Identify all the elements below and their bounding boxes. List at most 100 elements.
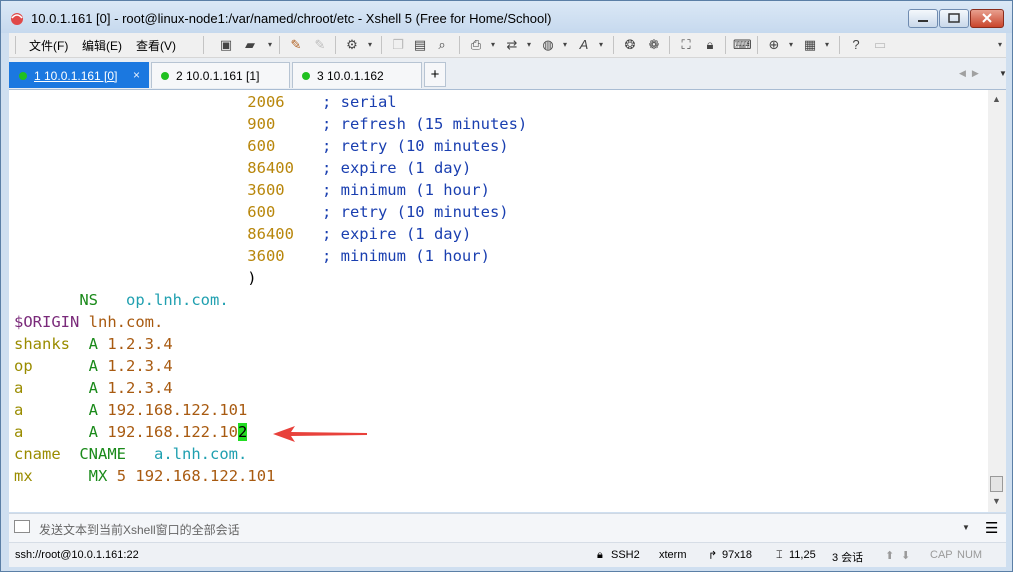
terminal-line: 86400 ; expire (1 day) [247,225,472,243]
terminal-line: NS op.lnh.com. [79,291,229,309]
transfer-icon[interactable]: ⇄ [503,36,521,53]
terminal-line: 3600 ; minimum (1 hour) [247,247,490,265]
help-icon[interactable]: ? [847,36,865,53]
toolbar-separator [459,36,460,54]
toolbar-separator [669,36,670,54]
terminal-type: xterm [659,549,687,561]
terminal-line: 86400 ; expire (1 day) [247,159,472,177]
terminal-line: 600 ; retry (10 minutes) [247,137,509,155]
cursor-position: 11,25 [789,549,816,561]
menu-view[interactable]: 查看(V) [136,37,176,54]
terminal-line: $ORIGIN lnh.com. [14,313,164,331]
tunnel-icon[interactable]: ❁ [645,36,663,53]
close-button[interactable] [970,9,1004,28]
session-tab-1[interactable]: 1 10.0.1.161 [0] × [9,62,149,88]
protocol-label: SSH2 [611,549,640,561]
properties-dropdown-icon[interactable]: ▾ [361,36,379,53]
new-tab-button[interactable]: + [424,62,446,87]
session-tab-2[interactable]: 2 10.0.1.161 [1] [151,62,290,88]
tab-label: 3 10.0.1.162 [317,69,384,83]
terminal-line: op A 1.2.3.4 [14,357,173,375]
disconnect-icon[interactable]: ✎ [311,36,329,53]
layout-dropdown-icon[interactable]: ▾ [818,36,836,53]
tab-label: 1 10.0.1.161 [0] [34,69,118,83]
minimize-button[interactable] [908,9,938,28]
open-folder-icon[interactable]: ▰ [241,36,259,53]
toolbar-separator [757,36,758,54]
terminal-line: a A 192.168.122.102 [14,423,248,441]
xshell-window: 10.0.1.161 [0] - root@linux-node1:/var/n… [0,0,1013,572]
tab-scroll-arrows-icon[interactable]: ◀▶ [959,68,985,79]
paste-icon[interactable]: ▤ [411,36,429,53]
session-tab-bar: 1 10.0.1.161 [0] × 2 10.0.1.161 [1] 3 10… [9,58,1007,90]
compose-dropdown-icon[interactable]: ▼ [962,523,970,532]
close-icon [982,13,992,23]
terminal-cursor: 2 [238,423,248,441]
transfer-dropdown-icon[interactable]: ▾ [520,36,538,53]
terminal-line: 3600 ; minimum (1 hour) [247,181,490,199]
tab-label: 2 10.0.1.161 [1] [176,69,260,83]
connected-status-icon [161,72,169,80]
copy-icon[interactable]: ❐ [389,36,407,53]
connection-address: ssh://root@10.0.1.161:22 [15,549,139,561]
caps-lock-indicator: CAP [930,549,953,561]
num-lock-indicator: NUM [957,549,983,561]
session-down-arrow-icon[interactable]: ⬇ [901,549,910,562]
connected-status-icon [19,72,27,80]
lock-icon[interactable]: 🔒︎ [701,36,719,53]
toolbar-overflow-icon[interactable]: ▾ [991,36,1009,53]
reconnect-icon[interactable]: ✎ [287,36,305,53]
toolbar-grip [15,36,16,54]
keyboard-icon[interactable]: ⌨ [733,36,752,53]
ssh-lock-icon: 🔒︎ [597,549,603,561]
chat-icon[interactable]: ▭ [871,36,889,53]
xshell-app-icon [11,13,23,25]
font-dropdown-icon[interactable]: ▾ [592,36,610,53]
scroll-thumb[interactable] [990,476,1003,492]
scroll-up-icon[interactable]: ▲ [992,94,1001,104]
window-title: 10.0.1.161 [0] - root@linux-node1:/var/n… [31,11,552,26]
print-dropdown-icon[interactable]: ▾ [484,36,502,53]
status-bar: ssh://root@10.0.1.161:22 🔒︎ SSH2 xterm ↱… [9,542,1006,567]
print-icon[interactable]: ⎙ [467,36,485,53]
globe-icon[interactable]: ◍ [539,36,557,53]
terminal-output[interactable]: 2006 ; serial 900 ; refresh (15 minutes)… [9,90,988,512]
properties-icon[interactable]: ⚙ [343,36,361,53]
compose-input[interactable]: 发送文本到当前Xshell窗口的全部会话 [39,521,240,538]
minimize-icon [918,20,928,22]
compose-bar: 发送文本到当前Xshell窗口的全部会话 ▼ ☰ [9,513,1006,542]
fullscreen-icon[interactable]: ⛶ [677,36,695,53]
hamburger-menu-icon[interactable]: ☰ [985,521,998,536]
globe-dropdown-icon[interactable]: ▾ [556,36,574,53]
scroll-down-icon[interactable]: ▼ [992,496,1001,506]
maximize-button[interactable] [939,9,969,28]
toolbar-separator [381,36,382,54]
session-tab-3[interactable]: 3 10.0.1.162 [292,62,422,88]
session-up-arrow-icon[interactable]: ⬆ [885,549,894,562]
toolbar-separator [839,36,840,54]
terminal-size: 97x18 [722,549,752,561]
new-session-icon[interactable]: ▣ [217,36,235,53]
layout-icon[interactable]: ▦ [801,36,819,53]
cursor-position-icon: ⌶ [776,549,783,561]
xftp-icon[interactable]: ❂ [621,36,639,53]
new-tab-icon[interactable]: ⊕ [765,36,783,53]
connected-status-icon [302,72,310,80]
terminal-line: ) [247,269,257,287]
toolbar-separator [279,36,280,54]
tab-list-dropdown-icon[interactable]: ▼ [999,69,1007,78]
restore-icon [948,13,960,23]
menu-file[interactable]: 文件(F) [29,37,68,54]
toolbar-separator [335,36,336,54]
menu-edit[interactable]: 编辑(E) [82,37,122,54]
font-icon[interactable]: A [575,36,593,53]
open-dropdown-icon[interactable]: ▾ [261,36,279,53]
title-bar[interactable]: 10.0.1.161 [0] - root@linux-node1:/var/n… [1,1,1012,33]
vertical-scrollbar[interactable]: ▲ ▼ [988,90,1006,512]
new-tab-dropdown-icon[interactable]: ▾ [782,36,800,53]
toolbar-separator [725,36,726,54]
compose-window-icon[interactable] [14,520,30,533]
tab-close-icon[interactable]: × [133,68,140,82]
find-icon[interactable]: ⌕ [433,36,451,53]
terminal-line: cname CNAME a.lnh.com. [14,445,248,463]
